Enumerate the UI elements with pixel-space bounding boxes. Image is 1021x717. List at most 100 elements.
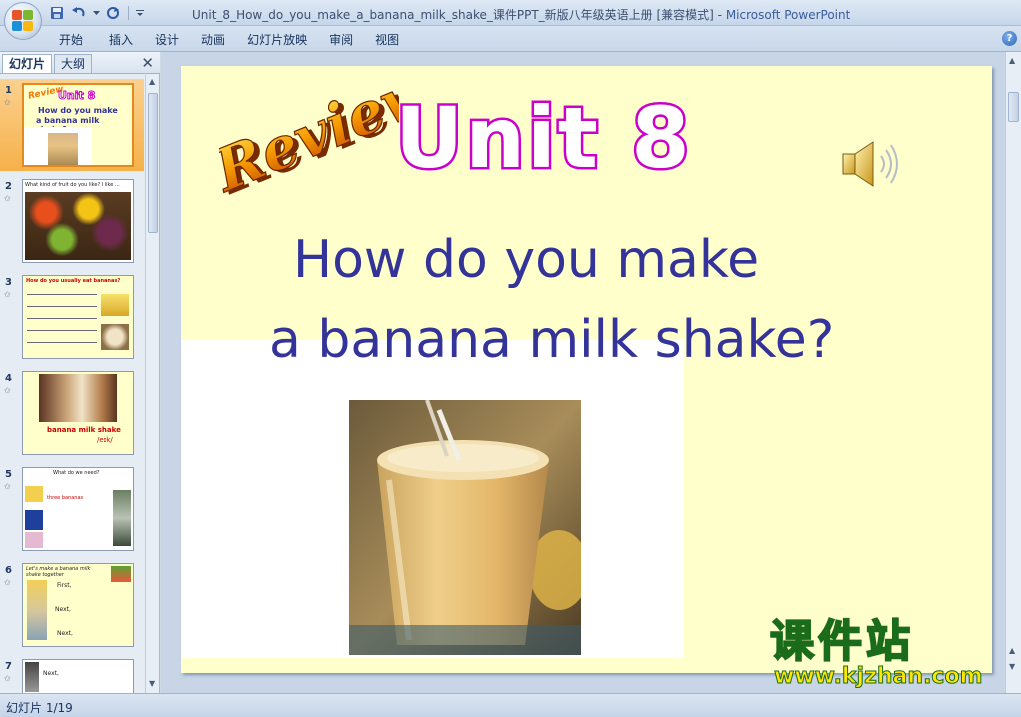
thumb-line3: Next,	[55, 606, 71, 613]
thumb-line1: banana milk shake	[47, 426, 121, 434]
animation-star-icon: ✩	[4, 194, 11, 203]
thumbnail-preview: How do you usually eat bananas?	[22, 275, 134, 359]
animation-star-icon: ✩	[4, 674, 11, 683]
watermark-url: www.kjzhan.com	[774, 664, 984, 689]
site-watermark: 课件站 www.kjzhan.com	[769, 616, 1004, 692]
help-icon[interactable]: ?	[1002, 31, 1017, 46]
title-bar: Unit_8_How_do_you_make_a_banana_milk_sha…	[0, 0, 1021, 26]
slide-scrollbar[interactable]: ▲ ▲ ▼	[1005, 52, 1021, 693]
tab-design[interactable]: 设计	[144, 31, 190, 49]
thumbnail-list: 1 ✩ Review Unit 8 How do you make a bana…	[0, 75, 144, 693]
current-slide[interactable]: Review Review Unit 8 Unit 8 How do you m…	[181, 66, 992, 673]
scroll-up-icon[interactable]: ▲	[149, 77, 155, 86]
thumb-fruit-photo	[111, 566, 131, 582]
tab-slides[interactable]: 幻灯片	[2, 54, 53, 73]
status-bar: 幻灯片 1/19	[0, 693, 1021, 717]
thumb-banana-photo	[101, 294, 129, 316]
thumb-line1: Next,	[43, 670, 59, 677]
slide-number: 4	[5, 373, 12, 384]
thumb-title: Unit 8	[57, 89, 96, 103]
redo-icon[interactable]	[104, 4, 122, 22]
close-pane-icon[interactable]: ✕	[141, 54, 154, 72]
slide-number: 3	[5, 277, 12, 288]
milkshake-photo	[349, 400, 581, 655]
slide-thumbnail-1[interactable]: 1 ✩ Review Unit 8 How do you make a bana…	[0, 79, 144, 171]
review-word-text: Review	[219, 88, 399, 206]
slide-thumbnail-3[interactable]: 3 ✩ How do you usually eat bananas?	[0, 271, 144, 363]
office-button-icon	[12, 10, 34, 32]
thumb-step-photo	[25, 662, 39, 692]
slide-thumbnail-6[interactable]: 6 ✩ Let's make a banana milk shake toget…	[0, 559, 144, 651]
document-name: Unit_8_How_do_you_make_a_banana_milk_sha…	[192, 8, 714, 22]
speaker-icon[interactable]	[839, 138, 903, 190]
thumb-icecream-photo	[25, 532, 43, 548]
tab-review[interactable]: 审阅	[318, 31, 364, 49]
animation-star-icon: ✩	[4, 98, 11, 107]
thumb-step-photo	[27, 580, 47, 640]
thumb-photo	[48, 133, 78, 165]
thumbnail-preview: banana milk shake /eɪk/	[22, 371, 134, 455]
thumbnail-preview: What do we need? three bananas	[22, 467, 134, 551]
slide-number: 6	[5, 565, 12, 576]
scroll-up-icon[interactable]: ▲	[1009, 56, 1015, 65]
thumbnail-scrollbar[interactable]: ▲ ▼	[145, 75, 159, 693]
previous-slide-icon[interactable]: ▲	[1009, 646, 1015, 655]
thumb-banana-photo	[25, 486, 43, 502]
thumb-line1: What kind of fruit do you like? I like .…	[25, 182, 120, 188]
undo-icon[interactable]	[70, 4, 88, 22]
review-wordart: Review Review	[219, 88, 399, 208]
tab-view[interactable]: 视图	[364, 31, 410, 49]
thumb-line2: How do you make	[38, 106, 118, 115]
slide-number: 1	[5, 85, 12, 96]
thumb-line2: /eɪk/	[97, 436, 113, 444]
tab-slideshow[interactable]: 幻灯片放映	[236, 31, 318, 49]
office-button[interactable]	[4, 2, 42, 40]
thumb-line1: What do we need?	[53, 470, 100, 476]
ribbon: 开始 插入 设计 动画 幻灯片放映 审阅 视图 ?	[0, 26, 1021, 52]
thumb-shake-photo	[39, 374, 117, 422]
window-title: Unit_8_How_do_you_make_a_banana_milk_sha…	[192, 6, 850, 23]
next-slide-icon[interactable]: ▼	[1009, 662, 1015, 671]
thumb-text-lines	[27, 288, 97, 354]
scrollbar-thumb[interactable]	[1008, 92, 1019, 122]
slide-editor: Review Review Unit 8 Unit 8 How do you m…	[161, 52, 1005, 693]
ribbon-tabs: 开始 插入 设计 动画 幻灯片放映 审阅 视图	[48, 31, 410, 49]
slide-thumbnail-4[interactable]: 4 ✩ banana milk shake /eɪk/	[0, 367, 144, 459]
customize-qat-icon[interactable]	[135, 4, 145, 22]
animation-star-icon: ✩	[4, 290, 11, 299]
application-name: Microsoft PowerPoint	[725, 8, 851, 22]
thumb-line1: Let's make a banana milk shake together	[26, 566, 91, 578]
watermark-cn: 课件站	[769, 616, 914, 667]
thumbnail-preview: Next,	[22, 659, 134, 693]
thumb-fruit-photo	[25, 192, 131, 260]
toolbar-separator	[128, 6, 129, 20]
slide-number: 5	[5, 469, 12, 480]
thumb-line2: three bananas	[47, 495, 84, 501]
scroll-down-icon[interactable]: ▼	[149, 679, 155, 688]
question-line-1: How do you make	[293, 230, 760, 290]
quick-access-toolbar	[48, 4, 145, 22]
animation-star-icon: ✩	[4, 578, 11, 587]
thumb-line4: Next,	[57, 630, 73, 637]
slide-thumbnail-5[interactable]: 5 ✩ What do we need? three bananas	[0, 463, 144, 555]
thumb-line1: How do you usually eat bananas?	[26, 278, 121, 284]
slide-thumbnail-2[interactable]: 2 ✩ What kind of fruit do you like? I li…	[0, 175, 144, 267]
slide-thumbnail-7[interactable]: 7 ✩ Next,	[0, 655, 144, 693]
undo-dropdown-icon[interactable]	[92, 4, 100, 22]
slide-number: 2	[5, 181, 12, 192]
slides-pane: 幻灯片 大纲 ✕ 1 ✩ Review Unit 8 How do you ma…	[0, 52, 160, 693]
thumb-milk-photo	[25, 510, 43, 530]
animation-star-icon: ✩	[4, 482, 11, 491]
thumbnail-preview: What kind of fruit do you like? I like .…	[22, 179, 134, 263]
save-icon[interactable]	[48, 4, 66, 22]
tab-home[interactable]: 开始	[48, 31, 94, 49]
thumbnail-preview: Let's make a banana milk shake together …	[22, 563, 134, 647]
title-separator: -	[713, 8, 726, 22]
tab-animations[interactable]: 动画	[190, 31, 236, 49]
scrollbar-thumb[interactable]	[148, 93, 158, 233]
animation-star-icon: ✩	[4, 386, 11, 395]
tab-insert[interactable]: 插入	[98, 31, 144, 49]
thumb-line2: First,	[57, 582, 72, 589]
unit-title: Unit 8	[395, 89, 692, 187]
tab-outline[interactable]: 大纲	[54, 54, 93, 73]
